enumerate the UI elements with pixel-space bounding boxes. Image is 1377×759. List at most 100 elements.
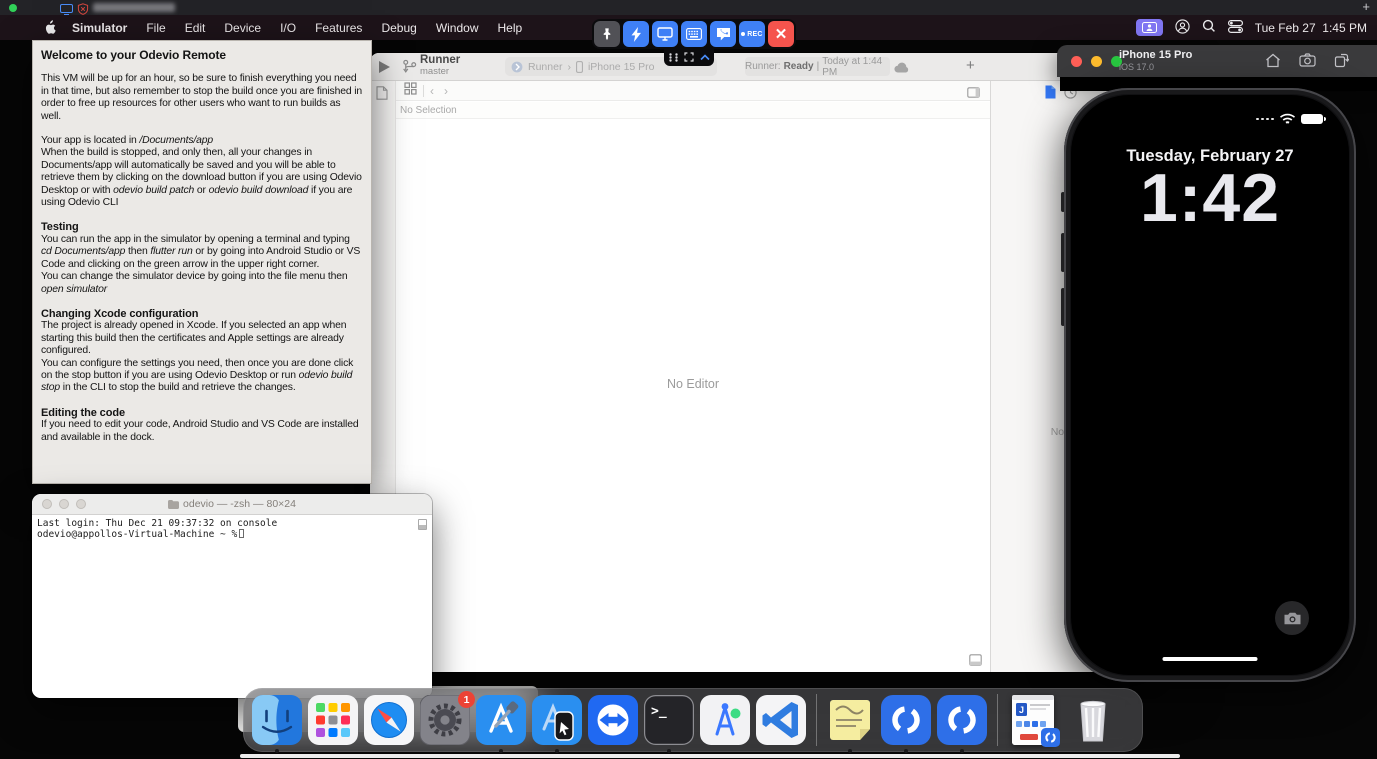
build-action-button[interactable] — [623, 21, 649, 47]
dock-trash[interactable] — [1068, 695, 1118, 745]
terminal-content[interactable]: Last login: Thu Dec 21 09:37:32 on conso… — [32, 515, 432, 698]
library-add-button[interactable]: + — [966, 57, 975, 74]
dock: 1 >_ J — [243, 688, 1143, 752]
display-button[interactable] — [652, 21, 678, 47]
status-state: Ready — [784, 61, 814, 72]
lock-screen[interactable]: Tuesday, February 27 1:42 — [1071, 95, 1349, 675]
camera-shortcut-button[interactable] — [1275, 601, 1309, 635]
camera-icon — [1284, 612, 1301, 625]
apple-menu-icon[interactable] — [44, 20, 57, 35]
close-window-button[interactable] — [1071, 56, 1082, 67]
menu-io[interactable]: I/O — [280, 21, 296, 35]
drag-handle-icon[interactable] — [669, 53, 678, 62]
dock-system-settings[interactable]: 1 — [420, 695, 470, 745]
dock-minimized-window[interactable]: J — [1012, 695, 1054, 745]
jump-bar: ‹ › — [396, 81, 990, 101]
spotlight-search-icon[interactable] — [1202, 19, 1216, 36]
pin-icon — [600, 27, 614, 41]
window-green-light[interactable] — [9, 4, 17, 12]
overlay-toolbar-handle — [664, 48, 714, 66]
terminal-window[interactable]: odevio — -zsh — 80×24 Last login: Thu De… — [32, 494, 432, 698]
running-indicator — [667, 749, 671, 753]
running-indicator — [848, 749, 852, 753]
menu-device[interactable]: Device — [224, 21, 261, 35]
xcode-toolbar: Runner master Runner › iPhone 15 Pro Run… — [370, 53, 1170, 81]
note-heading: Editing the code — [41, 407, 363, 419]
close-session-button[interactable]: ✕ — [768, 21, 794, 47]
menu-help[interactable]: Help — [498, 21, 523, 35]
debug-area-toggle-icon[interactable] — [969, 653, 982, 671]
simulator-device-title: iPhone 15 Pro — [1119, 49, 1192, 61]
editor-area[interactable]: No Editor — [396, 119, 990, 648]
activity-status: Runner: Ready | Today at 1:44 PM — [745, 57, 890, 76]
dock-terminal[interactable]: >_ — [644, 695, 694, 745]
call-support-button[interactable] — [710, 21, 736, 47]
new-tab-button[interactable]: + — [1362, 0, 1370, 14]
note-paragraph: This VM will be up for an hour, so be su… — [41, 73, 363, 123]
branch-name: master — [420, 66, 460, 77]
ios-status-bar — [1256, 113, 1323, 125]
menu-debug[interactable]: Debug — [381, 21, 416, 35]
record-button[interactable]: REC — [739, 21, 765, 47]
dock-xcode[interactable] — [476, 695, 526, 745]
inspector-toggle-icon[interactable] — [967, 85, 980, 103]
forward-button[interactable]: › — [444, 84, 448, 98]
screenshot-camera-icon[interactable] — [1299, 53, 1316, 67]
back-button[interactable]: ‹ — [430, 84, 434, 98]
user-account-icon[interactable] — [1175, 19, 1190, 37]
collapse-chevron-icon[interactable] — [700, 54, 710, 61]
file-inspector-icon[interactable] — [1045, 85, 1056, 104]
dock-safari[interactable] — [364, 695, 414, 745]
dock-android-studio[interactable] — [700, 695, 750, 745]
running-indicator — [960, 749, 964, 753]
home-button-icon[interactable] — [1265, 53, 1281, 68]
dock-simulator[interactable] — [532, 695, 582, 745]
dock-odevio-2[interactable] — [937, 695, 987, 745]
odevio-overlay-toolbar: REC ✕ — [592, 19, 796, 49]
battery-icon — [1301, 114, 1323, 124]
pin-toolbar-button[interactable] — [594, 21, 620, 47]
menu-edit[interactable]: Edit — [185, 21, 206, 35]
rotate-device-icon[interactable] — [1334, 53, 1349, 68]
menu-features[interactable]: Features — [315, 21, 362, 35]
notification-badge: 1 — [458, 691, 475, 708]
minimize-window-button[interactable] — [1091, 56, 1102, 67]
control-center-icon[interactable] — [1228, 20, 1243, 36]
simulator-window-controls[interactable] — [1071, 56, 1122, 67]
wifi-icon — [1279, 113, 1296, 125]
note-paragraph: The project is already opened in Xcode. … — [41, 320, 363, 357]
note-paragraph: If you need to edit your code, Android S… — [41, 419, 363, 444]
screen-sharing-icon[interactable] — [1136, 19, 1163, 36]
project-name-block[interactable]: Runner master — [420, 55, 460, 77]
note-gap — [41, 296, 363, 308]
dock-vscode[interactable] — [756, 695, 806, 745]
device-icon — [576, 61, 583, 73]
iphone-15-pro-simulator[interactable]: Tuesday, February 27 1:42 — [1064, 88, 1356, 682]
dock-odevio[interactable] — [881, 695, 931, 745]
dock-stickies[interactable] — [825, 695, 875, 745]
active-app-menu[interactable]: Simulator — [72, 21, 127, 35]
cellular-signal-icon — [1256, 118, 1274, 121]
jump-bar-divider — [423, 85, 424, 97]
home-indicator[interactable] — [1163, 657, 1258, 662]
cloud-status-icon — [894, 60, 910, 78]
dock-launchpad[interactable] — [308, 695, 358, 745]
related-items-icon[interactable] — [404, 82, 417, 100]
keyboard-button[interactable] — [681, 21, 707, 47]
menu-file[interactable]: File — [146, 21, 165, 35]
note-paragraph: You can configure the settings you need,… — [41, 358, 363, 395]
menu-bar-clock[interactable]: Tue Feb 27 1:45 PM — [1255, 21, 1367, 35]
note-heading: Welcome to your Odevio Remote — [41, 49, 363, 61]
dock-teamviewer[interactable] — [588, 695, 638, 745]
dock-finder[interactable] — [252, 695, 302, 745]
run-destination: iPhone 15 Pro — [588, 61, 655, 73]
document-icon[interactable] — [376, 86, 388, 105]
terminal-cursor — [239, 529, 244, 538]
record-dot-icon — [741, 32, 745, 36]
menu-window[interactable]: Window — [436, 21, 479, 35]
record-label: REC — [747, 31, 762, 38]
run-button[interactable] — [379, 61, 390, 73]
redacted-session-title — [93, 3, 175, 12]
fullscreen-icon[interactable] — [684, 52, 694, 62]
note-gap — [41, 61, 363, 73]
